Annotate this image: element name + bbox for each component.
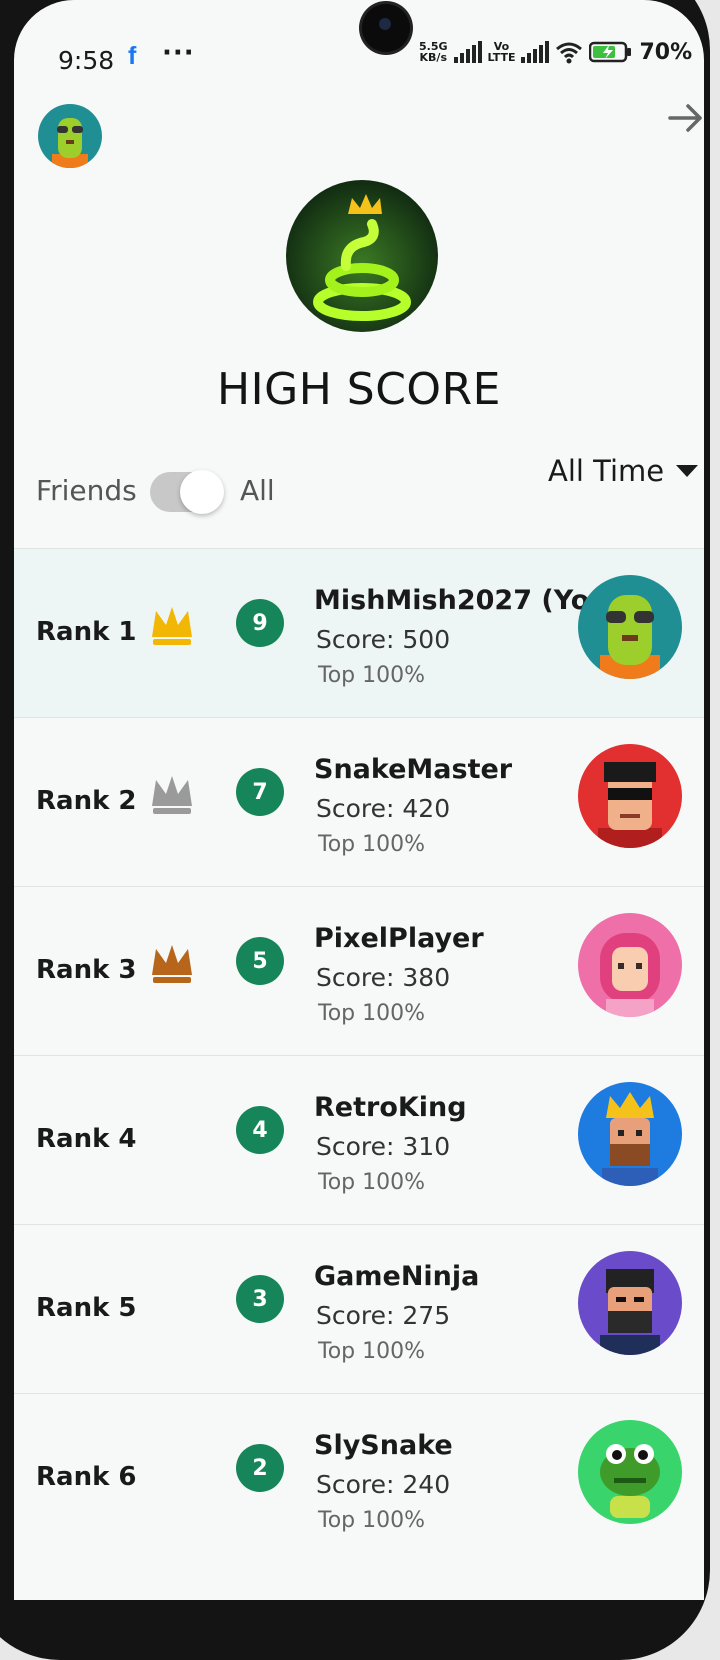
next-arrow-button[interactable] [666, 98, 704, 138]
leaderboard-row[interactable]: Rank 6 2 SlySnake Score: 240 Top 100% [14, 1393, 704, 1562]
rank-label: Rank 5 [36, 1293, 137, 1323]
player-name: MishMish2027 (You) [314, 585, 621, 616]
gold-crown-icon [152, 607, 192, 645]
rank-label: Rank 6 [36, 1462, 137, 1492]
time-range-value: All Time [548, 454, 665, 488]
rank-label: Rank 1 [36, 617, 137, 647]
chevron-down-icon [676, 465, 699, 477]
ninja-avatar [578, 1251, 682, 1355]
player-percentile: Top 100% [318, 1001, 426, 1026]
facebook-notification-icon: f [128, 42, 137, 70]
front-camera [362, 4, 410, 52]
player-name: PixelPlayer [314, 923, 484, 954]
leaderboard-row[interactable]: Rank 5 3 GameNinja Score: 275 Top 100% [14, 1224, 704, 1393]
page-title: HIGH SCORE [217, 364, 501, 415]
level-badge: 4 [236, 1106, 284, 1154]
leaderboard-row[interactable]: Rank 4 4 RetroKing Score: 310 Top 100% [14, 1055, 704, 1224]
level-badge: 5 [236, 937, 284, 985]
level-badge: 9 [236, 599, 284, 647]
player-name: RetroKing [314, 1092, 467, 1123]
friends-filter-label: Friends [36, 474, 137, 507]
bronze-crown-icon [152, 945, 192, 983]
status-icons: 5.5G KB/s Vo LTTE 70% [419, 34, 692, 70]
player-score: Score: 380 [316, 963, 451, 992]
toggle-knob [180, 470, 224, 514]
volte-indicator: Vo LTTE [488, 41, 516, 63]
level-badge: 3 [236, 1275, 284, 1323]
wifi-icon [556, 42, 583, 64]
rank-label: Rank 3 [36, 955, 137, 985]
all-filter-label: All [240, 474, 275, 507]
more-notifications-icon: ··· [162, 38, 195, 68]
player-score: Score: 500 [316, 625, 451, 654]
snake-crown-logo [286, 180, 438, 332]
level-badge: 2 [236, 1444, 284, 1492]
player-percentile: Top 100% [318, 1170, 426, 1195]
player-percentile: Top 100% [318, 832, 426, 857]
snake-sunglasses-avatar [578, 575, 682, 679]
player-name: GameNinja [314, 1261, 480, 1292]
leaderboard-row[interactable]: Rank 1 9 MishMish2027 (You) Score: 500 T… [14, 548, 704, 717]
rank-label: Rank 2 [36, 786, 137, 816]
player-score: Score: 310 [316, 1132, 451, 1161]
player-name: SnakeMaster [314, 754, 513, 785]
snake-sunglasses-avatar [38, 104, 102, 168]
lte-label: LTTE [487, 51, 516, 64]
player-score: Score: 240 [316, 1470, 451, 1499]
profile-avatar-button[interactable] [38, 104, 102, 168]
leaderboard-list: Rank 1 9 MishMish2027 (You) Score: 500 T… [14, 548, 704, 1562]
battery-percent: 70% [639, 39, 693, 65]
leaderboard-row[interactable]: Rank 3 5 PixelPlayer Score: 380 Top 100% [14, 886, 704, 1055]
network-speed: 5.5G KB/s [419, 41, 448, 63]
friends-all-toggle[interactable] [150, 470, 224, 514]
king-avatar [578, 1082, 682, 1186]
player-percentile: Top 100% [318, 663, 426, 688]
level-badge: 7 [236, 768, 284, 816]
player-percentile: Top 100% [318, 1339, 426, 1364]
leaderboard-row[interactable]: Rank 2 7 SnakeMaster Score: 420 Top 100% [14, 717, 704, 886]
sunglasses-guy-avatar [578, 744, 682, 848]
player-score: Score: 420 [316, 794, 451, 823]
signal-strength-icon-2 [521, 41, 550, 63]
green-snake-avatar [578, 1420, 682, 1524]
time-range-dropdown[interactable]: All Time [548, 454, 699, 488]
battery-icon [589, 41, 632, 63]
player-score: Score: 275 [316, 1301, 451, 1330]
app-screen: 9:58 f ··· 5.5G KB/s Vo LTTE 70% HIGH SC… [14, 0, 704, 1600]
player-name: SlySnake [314, 1430, 453, 1461]
network-speed-unit: KB/s [419, 51, 447, 64]
signal-strength-icon [453, 41, 482, 63]
player-percentile: Top 100% [318, 1508, 426, 1533]
silver-crown-icon [152, 776, 192, 814]
pink-hair-girl-avatar [578, 913, 682, 1017]
status-time: 9:58 [58, 46, 115, 75]
rank-label: Rank 4 [36, 1124, 137, 1154]
